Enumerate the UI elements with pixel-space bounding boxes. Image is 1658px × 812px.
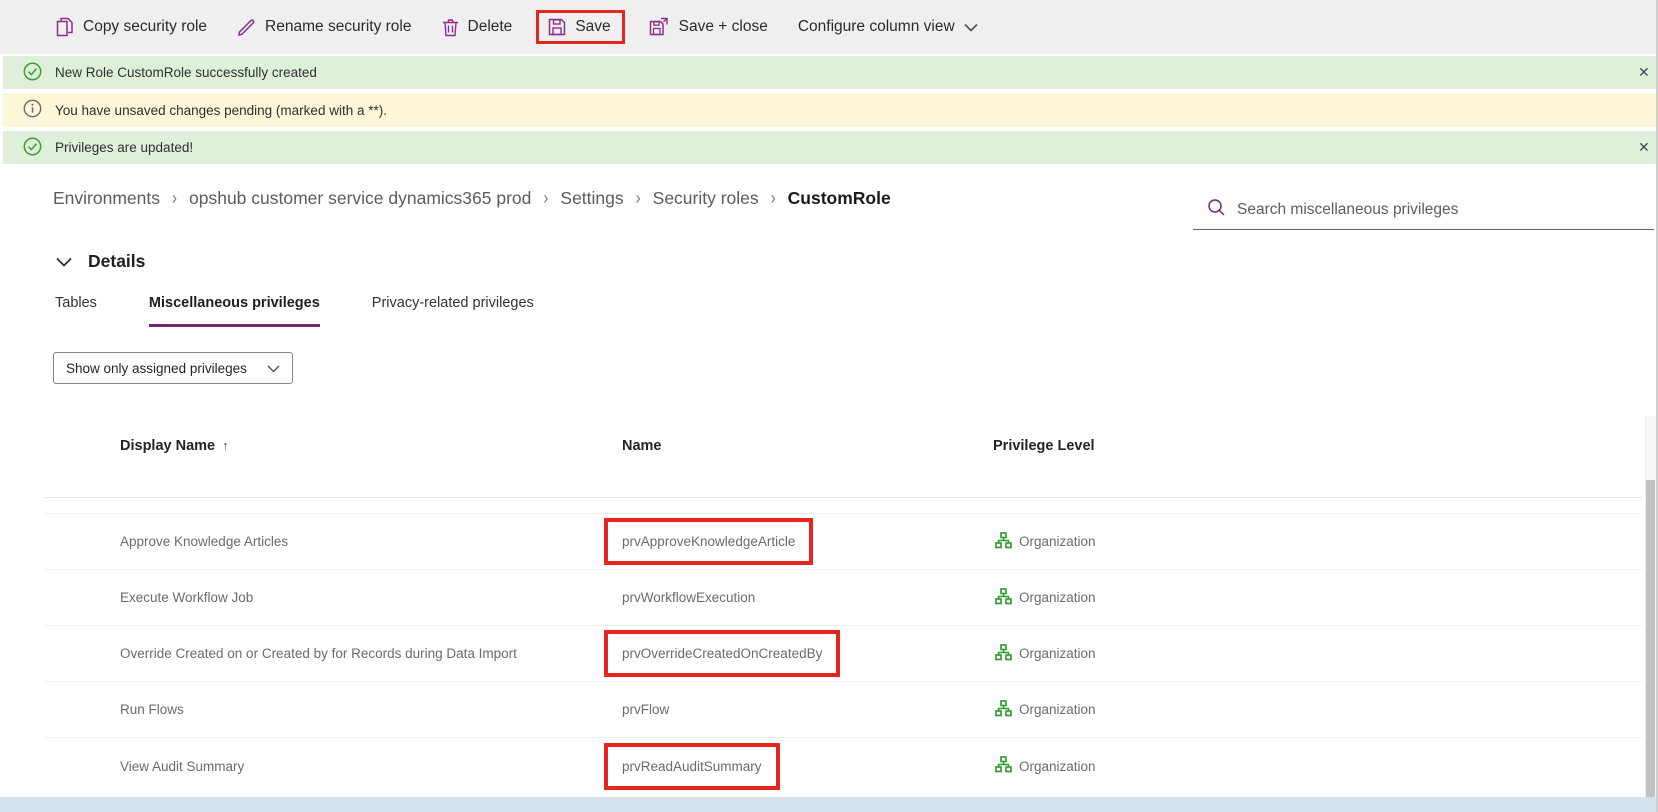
name-cell: prvReadAuditSummary <box>622 738 982 794</box>
banner-text: Privileges are updated! <box>55 140 193 155</box>
tab-miscellaneous-privileges[interactable]: Miscellaneous privileges <box>149 295 320 327</box>
tab-privacy-related-privileges[interactable]: Privacy-related privileges <box>372 295 534 327</box>
save-button[interactable]: Save <box>548 18 610 36</box>
banner-text: You have unsaved changes pending (marked… <box>55 103 387 118</box>
search-input[interactable] <box>1237 201 1654 219</box>
table-row[interactable]: Run Flows prvFlow Organization <box>45 682 1642 738</box>
privilege-level-value: Organization <box>1019 590 1096 605</box>
banner-privileges-updated: Privileges are updated! ✕ <box>3 131 1656 164</box>
copy-label: Copy security role <box>83 18 207 36</box>
delete-label: Delete <box>468 18 513 36</box>
dropdown-value: Show only assigned privileges <box>66 361 267 376</box>
rename-label: Rename security role <box>265 18 411 36</box>
breadcrumb-chevron-icon: › <box>543 188 548 209</box>
sort-ascending-icon: ↑ <box>222 438 229 453</box>
configure-column-view-button[interactable]: Configure column view <box>798 18 978 36</box>
horizontal-scrollbar[interactable] <box>0 797 1656 812</box>
display-name-cell: Override Created on or Created by for Re… <box>120 626 600 681</box>
breadcrumb-environments[interactable]: Environments <box>53 188 160 209</box>
name-cell: prvFlow <box>622 682 982 737</box>
table-row[interactable]: Approve Knowledge Articles prvApproveKno… <box>45 514 1642 570</box>
breadcrumb-chevron-icon: › <box>771 188 776 209</box>
privilege-level-cell[interactable]: Organization <box>995 682 1096 737</box>
save-label: Save <box>575 18 610 36</box>
display-name-cell: Run Flows <box>120 682 600 737</box>
assigned-privileges-dropdown[interactable]: Show only assigned privileges <box>53 352 293 384</box>
search-icon <box>1207 198 1226 222</box>
chevron-down-icon <box>56 251 72 272</box>
tab-tables[interactable]: Tables <box>55 295 97 327</box>
table-row[interactable]: Override Created on or Created by for Re… <box>45 626 1642 682</box>
breadcrumb-chevron-icon: › <box>172 188 177 209</box>
command-bar: Copy security role Rename security role … <box>0 0 1656 54</box>
privilege-tabs: Tables Miscellaneous privileges Privacy-… <box>55 295 534 327</box>
organization-icon <box>995 756 1012 776</box>
table-row[interactable]: View Audit Summary prvReadAuditSummary O… <box>45 738 1642 794</box>
organization-icon <box>995 644 1012 664</box>
name-value: prvWorkflowExecution <box>622 588 755 607</box>
details-section-toggle[interactable]: Details <box>56 251 145 272</box>
vertical-scrollbar[interactable] <box>1645 416 1656 797</box>
name-value-annotated: prvApproveKnowledgeArticle <box>604 518 813 565</box>
column-header-display-name[interactable]: Display Name↑ <box>120 438 229 454</box>
save-close-button[interactable]: Save + close <box>649 17 768 37</box>
pencil-icon <box>237 18 256 37</box>
close-icon[interactable]: ✕ <box>1638 64 1658 81</box>
breadcrumb-current-role: CustomRole <box>788 188 891 209</box>
configure-label: Configure column view <box>798 18 955 36</box>
banner-text: New Role CustomRole successfully created <box>55 65 317 80</box>
info-icon <box>23 99 42 121</box>
details-label: Details <box>88 251 145 272</box>
save-close-icon <box>649 17 670 37</box>
breadcrumb-settings[interactable]: Settings <box>560 188 623 209</box>
success-check-icon <box>23 137 42 159</box>
privilege-level-cell[interactable]: Organization <box>995 738 1096 794</box>
column-header-name[interactable]: Name <box>622 438 662 454</box>
banner-unsaved-changes: You have unsaved changes pending (marked… <box>3 93 1656 127</box>
chevron-down-icon <box>964 23 978 32</box>
save-icon <box>548 18 566 36</box>
save-close-label: Save + close <box>679 18 768 36</box>
name-value: prvFlow <box>622 700 669 719</box>
trash-icon <box>442 18 459 37</box>
delete-button[interactable]: Delete <box>442 18 513 37</box>
display-name-cell: Execute Workflow Job <box>120 570 600 625</box>
copy-security-role-button[interactable]: Copy security role <box>56 17 207 37</box>
breadcrumb-security-roles[interactable]: Security roles <box>653 188 759 209</box>
chevron-down-icon <box>267 361 280 376</box>
success-check-icon <box>23 62 42 84</box>
breadcrumb: Environments › opshub customer service d… <box>53 188 891 209</box>
organization-icon <box>995 532 1012 552</box>
column-header-privilege-level[interactable]: Privilege Level <box>993 438 1095 454</box>
privilege-level-cell[interactable]: Organization <box>995 626 1096 681</box>
organization-icon <box>995 700 1012 720</box>
name-cell: prvApproveKnowledgeArticle <box>622 514 982 569</box>
privilege-level-value: Organization <box>1019 534 1096 549</box>
table-header: Display Name↑ Name Privilege Level <box>45 430 1642 498</box>
close-icon[interactable]: ✕ <box>1638 139 1658 156</box>
banner-role-created: New Role CustomRole successfully created… <box>3 56 1656 89</box>
table-row[interactable]: Execute Workflow Job prvWorkflowExecutio… <box>45 570 1642 626</box>
search-box <box>1193 191 1654 230</box>
security-role-editor-window: Copy security role Rename security role … <box>0 0 1658 812</box>
name-cell: prvWorkflowExecution <box>622 570 982 625</box>
name-value-annotated: prvOverrideCreatedOnCreatedBy <box>604 630 840 677</box>
privilege-level-cell[interactable]: Organization <box>995 514 1096 569</box>
organization-icon <box>995 588 1012 608</box>
copy-icon <box>56 17 74 37</box>
table-header-spacer <box>45 498 1642 514</box>
privilege-level-value: Organization <box>1019 646 1096 661</box>
display-name-cell: View Audit Summary <box>120 738 600 794</box>
name-cell: prvOverrideCreatedOnCreatedBy <box>622 626 982 681</box>
breadcrumb-environment-name[interactable]: opshub customer service dynamics365 prod <box>189 188 531 209</box>
privilege-level-cell[interactable]: Organization <box>995 570 1096 625</box>
breadcrumb-chevron-icon: › <box>636 188 641 209</box>
privilege-level-value: Organization <box>1019 702 1096 717</box>
display-name-cell: Approve Knowledge Articles <box>120 514 600 569</box>
name-value-annotated: prvReadAuditSummary <box>604 743 780 790</box>
vertical-scrollbar-thumb[interactable] <box>1646 480 1655 798</box>
save-annotation-box: Save <box>536 10 624 44</box>
rename-security-role-button[interactable]: Rename security role <box>237 18 411 37</box>
privilege-level-value: Organization <box>1019 759 1096 774</box>
